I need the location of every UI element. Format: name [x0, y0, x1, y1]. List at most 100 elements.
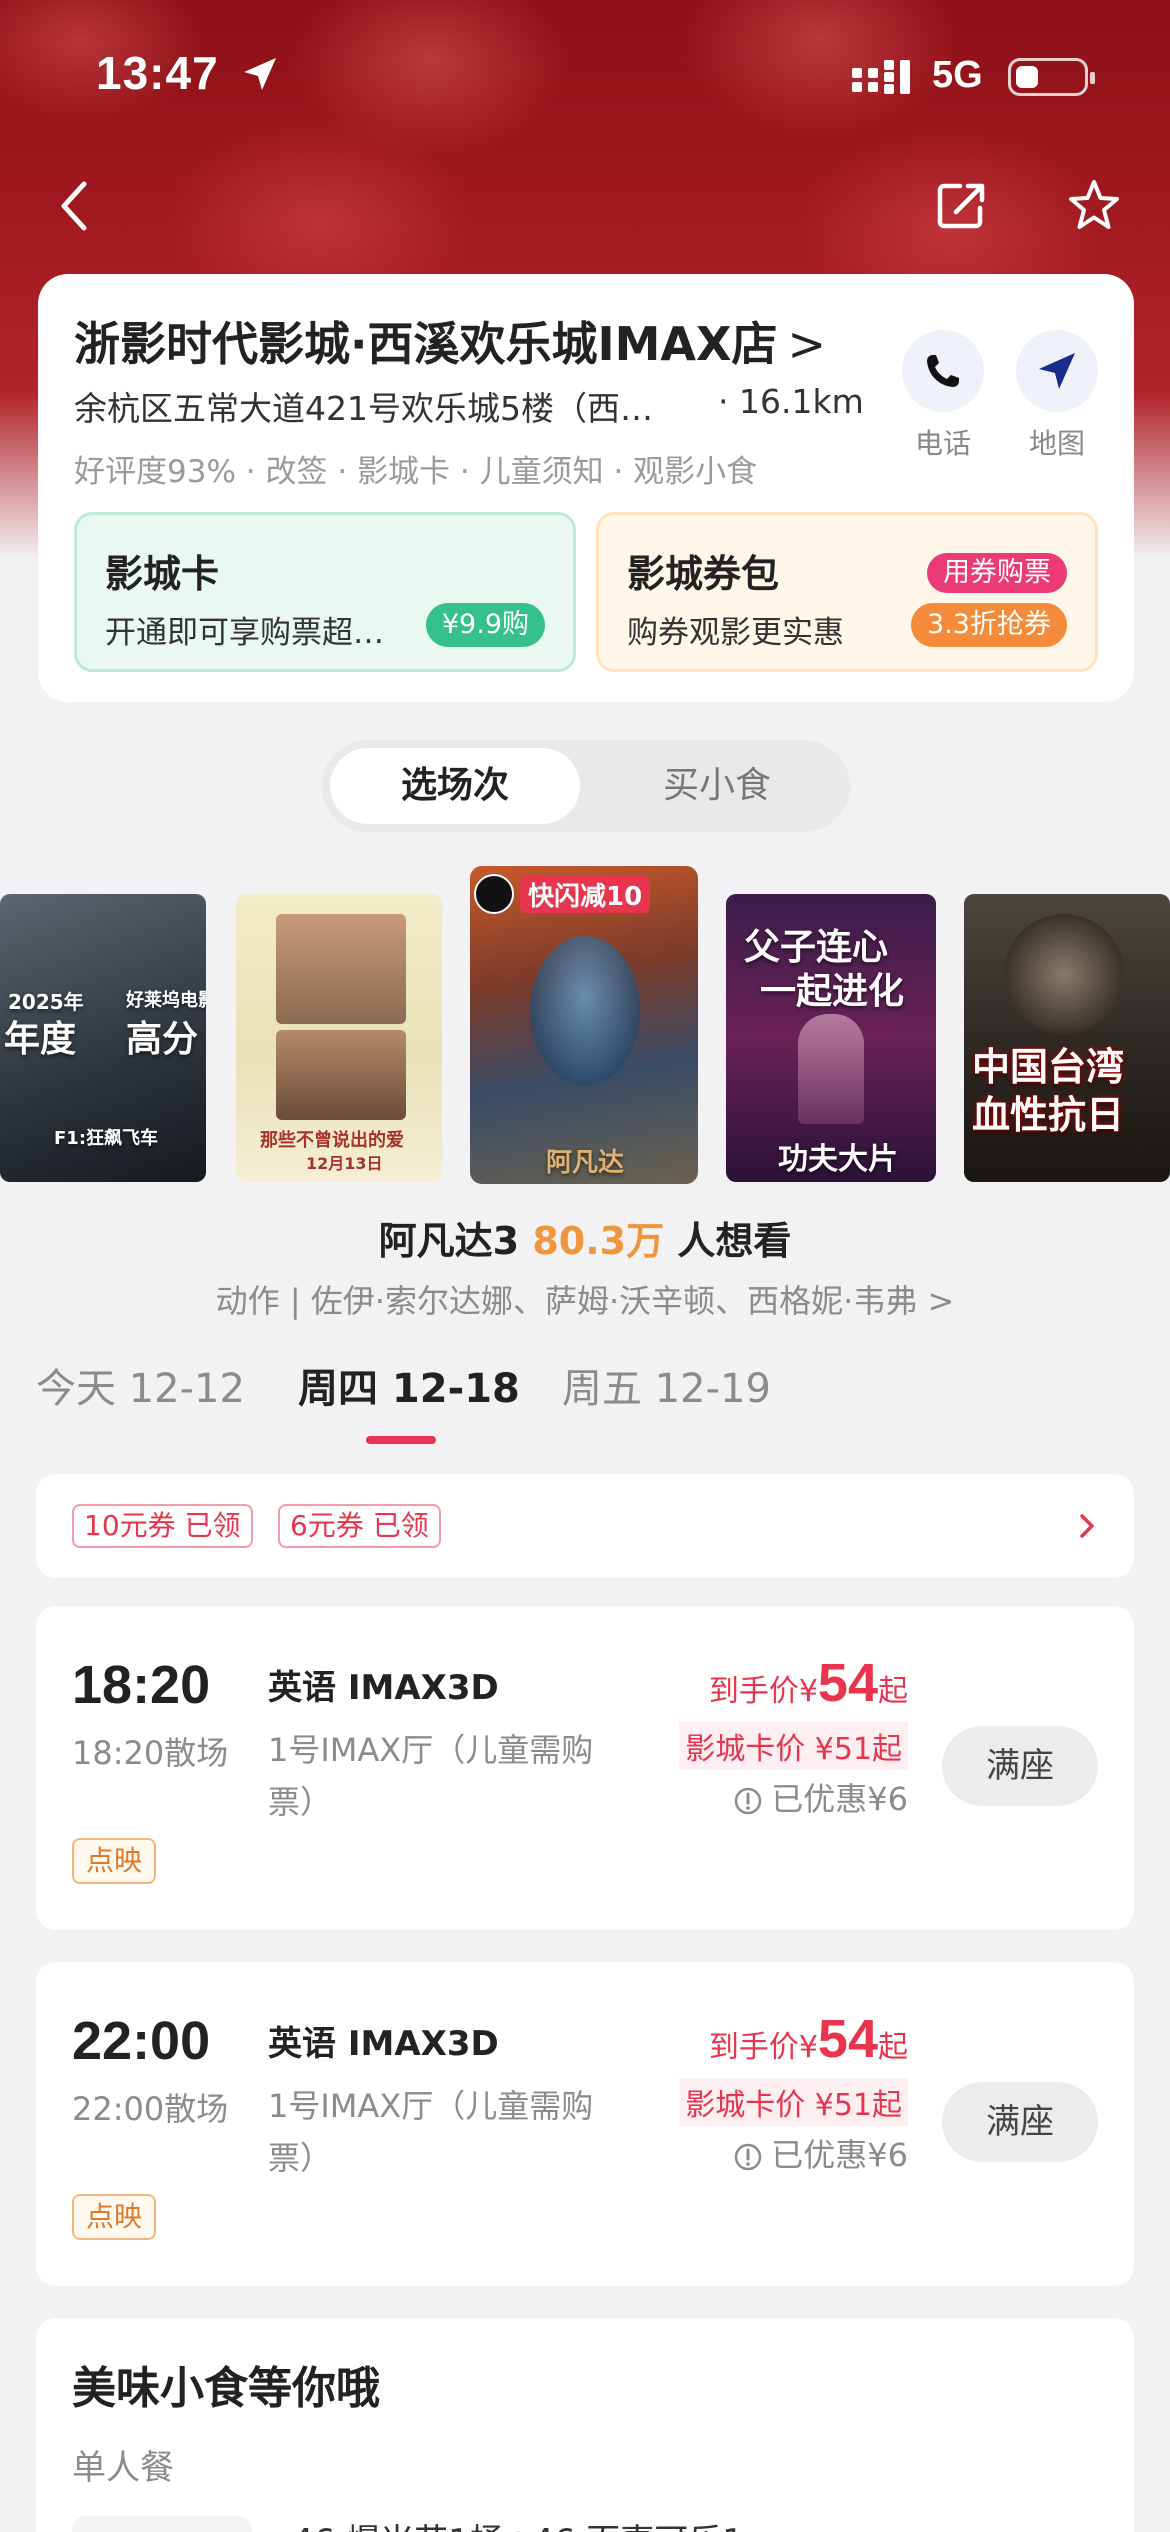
show-end-time: 18:20散场: [72, 1734, 229, 1772]
price-prefix: 到手价¥: [708, 1674, 818, 1709]
promo-coupon-price[interactable]: 3.3折抢券: [911, 603, 1067, 647]
movie-poster-carousel: 2025年 年度 高分 好莱坞电影 F1:狂飙飞车 那些不曾说出的爱 12月13…: [0, 862, 1170, 1192]
promo-card-desc: 开通即可享购票超…: [105, 615, 384, 651]
promo-coupon-title: 影城券包: [627, 552, 780, 596]
price-prefix: 到手价¥: [708, 2030, 818, 2065]
movie-name: 阿凡达3: [378, 1219, 520, 1263]
cinema-card: 浙影时代影城·西溪欢乐城IMAX店 > 余杭区五常大道421号欢乐城5楼（西… ·…: [38, 274, 1134, 702]
promo-coupon-badge: 用券购票: [927, 553, 1067, 593]
poster-text: 阿凡达: [546, 1148, 625, 1178]
saved-amount: 已优惠¥6: [733, 2130, 908, 2176]
info-icon: [735, 2143, 762, 2171]
status-bar: 13:47 5G: [0, 0, 1170, 150]
coupon-strip[interactable]: 10元券 已领 6元券 已领: [36, 1474, 1134, 1578]
phone-button[interactable]: 电话: [898, 330, 988, 462]
showing-row[interactable]: 18:20 18:20散场 点映 英语 IMAX3D 1号IMAX厅（儿童需购票…: [36, 1606, 1134, 1930]
cinema-name[interactable]: 浙影时代影城·西溪欢乐城IMAX店 >: [74, 308, 826, 374]
movie-meta[interactable]: 动作 | 佐伊·索尔达娜、萨姆·沃辛顿、西格妮·韦弗 >: [0, 1276, 1170, 1322]
sold-out-button[interactable]: 满座: [942, 2082, 1098, 2162]
show-language: 英语 IMAX3D: [268, 2024, 499, 2064]
promo-card-title: 影城卡: [105, 552, 220, 596]
showing-row[interactable]: 22:00 22:00散场 点映 英语 IMAX3D 1号IMAX厅（儿童需购票…: [36, 1962, 1134, 2286]
coupon-badge: 10元券 已领: [72, 1504, 253, 1548]
map-button[interactable]: 地图: [1012, 330, 1102, 462]
poster-logo: [474, 874, 514, 914]
phone-label: 电话: [914, 427, 971, 460]
star-icon[interactable]: [1064, 176, 1124, 236]
show-tag: 点映: [72, 2194, 157, 2240]
poster-photo: [276, 1030, 406, 1120]
date-tab-today[interactable]: 今天 12-12: [36, 1356, 245, 1414]
saved-text: 已优惠¥6: [771, 1780, 908, 1818]
show-start-time: 18:20: [72, 1655, 211, 1715]
coupon-pack-promo[interactable]: 影城券包 购券观影更实惠 用券购票 3.3折抢券: [596, 512, 1098, 672]
poster-text: F1:狂飙飞车: [54, 1128, 159, 1149]
poster-figure: [530, 936, 640, 1086]
snack-item-name[interactable]: 46 爆米花1桶+46 百事可乐1: [292, 2514, 744, 2532]
coupon-badge: 6元券 已领: [278, 1504, 441, 1548]
cinema-tags[interactable]: 好评度93% · 改签 · 影城卡 · 儿童须知 · 观影小食: [74, 446, 757, 491]
show-start-time: 22:00: [72, 2011, 211, 2071]
poster-text: 一起进化: [760, 971, 905, 1012]
date-tab-friday[interactable]: 周五 12-19: [562, 1356, 771, 1414]
movie-want-count: 80.3万: [532, 1219, 665, 1263]
poster-text: 中国台湾: [972, 1045, 1125, 1089]
price-value: 54: [817, 2009, 878, 2069]
movie-poster-father-son[interactable]: 父子连心 一起进化 功夫大片: [726, 894, 936, 1182]
price-suffix: 起: [878, 2030, 908, 2065]
card-price: 影城卡价 ¥51起: [679, 1722, 908, 1770]
movie-poster-avatar[interactable]: 快闪减10 阿凡达: [470, 866, 698, 1184]
poster-text: 年度: [4, 1019, 77, 1060]
promo-card-price[interactable]: ¥9.9购: [425, 603, 545, 647]
cinema-card-promo[interactable]: 影城卡 开通即可享购票超… ¥9.9购: [74, 512, 576, 672]
show-language: 英语 IMAX3D: [268, 1668, 499, 1708]
movie-poster-f1[interactable]: 2025年 年度 高分 好莱坞电影 F1:狂飙飞车: [0, 894, 206, 1182]
saved-text: 已优惠¥6: [771, 2136, 908, 2174]
battery-icon: [1008, 58, 1095, 96]
cinema-distance: · 16.1km: [718, 382, 864, 421]
chevron-right-icon: [1080, 1514, 1094, 1538]
promo-coupon-desc: 购券观影更实惠: [627, 615, 844, 651]
phone-icon: [927, 355, 959, 387]
movie-poster-romance[interactable]: 那些不曾说出的爱 12月13日: [236, 894, 442, 1182]
poster-badge: 快闪减10: [520, 876, 651, 913]
movie-want-suffix: 人想看: [677, 1219, 792, 1263]
tab-select-showing[interactable]: 选场次: [330, 748, 580, 824]
poster-text: 高分: [126, 1019, 199, 1060]
tab-buy-snacks[interactable]: 买小食: [592, 748, 842, 824]
poster-text: 好莱坞电影: [126, 990, 206, 1011]
snack-section: 美味小食等你哦 单人餐 46 爆米花1桶+46 百事可乐1: [36, 2318, 1134, 2532]
snack-title: 美味小食等你哦: [72, 2363, 380, 2414]
poster-figure: [798, 1014, 864, 1124]
cinema-name-text: 浙影时代影城·西溪欢乐城IMAX店: [74, 317, 778, 371]
cinema-address[interactable]: 余杭区五常大道421号欢乐城5楼（西…: [74, 382, 653, 430]
poster-text: 功夫大片: [778, 1142, 898, 1177]
show-tag: 点映: [72, 1838, 157, 1884]
price-value: 54: [817, 1653, 878, 1713]
price-suffix: 起: [878, 1674, 908, 1709]
back-arrow-icon[interactable]: [46, 176, 106, 236]
show-hall: 1号IMAX厅（儿童需购票）: [268, 1731, 594, 1821]
network-label: 5G: [932, 54, 983, 96]
show-price: 到手价¥54起: [709, 1652, 908, 1714]
sold-out-button[interactable]: 满座: [942, 1726, 1098, 1806]
map-label: 地图: [1028, 427, 1085, 460]
map-navigation-icon: [1039, 353, 1075, 389]
date-tab-indicator: [366, 1436, 436, 1444]
saved-amount: 已优惠¥6: [733, 1774, 908, 1820]
movie-title: 阿凡达3 80.3万 人想看: [0, 1210, 1170, 1265]
poster-text: 那些不曾说出的爱: [260, 1130, 404, 1151]
poster-text: 12月13日: [306, 1154, 383, 1173]
movie-poster-war[interactable]: 中国台湾 血性抗日: [964, 894, 1170, 1182]
snack-thumbnail[interactable]: [72, 2516, 252, 2532]
segment-control: 选场次 买小食: [322, 740, 850, 832]
share-icon[interactable]: [932, 176, 992, 236]
card-price: 影城卡价 ¥51起: [679, 2078, 908, 2126]
date-tab-thursday[interactable]: 周四 12-18: [298, 1356, 520, 1414]
snack-subtitle[interactable]: 单人餐: [72, 2440, 174, 2489]
status-time: 13:47: [96, 47, 219, 99]
poster-figure: [1004, 914, 1124, 1034]
poster-photo: [276, 914, 406, 1024]
poster-text: 血性抗日: [972, 1093, 1125, 1137]
info-icon: [735, 1787, 762, 1815]
